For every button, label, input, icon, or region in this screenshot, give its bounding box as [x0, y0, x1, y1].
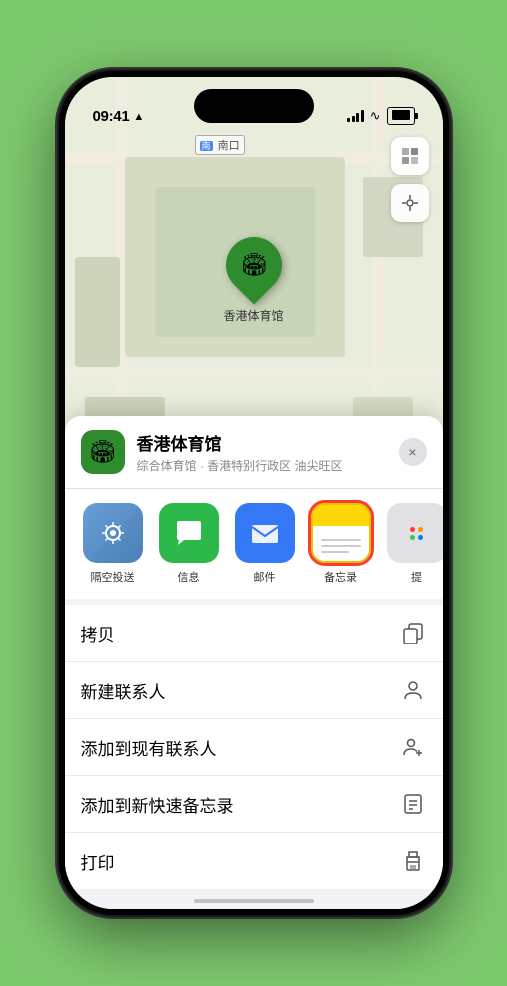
close-button[interactable]: × — [399, 438, 427, 466]
share-row: 隔空投送 信息 — [65, 489, 443, 605]
mail-label: 邮件 — [254, 569, 276, 585]
share-item-notes[interactable]: 备忘录 — [309, 503, 373, 585]
action-add-existing[interactable]: 添加到现有联系人 — [65, 719, 443, 776]
map-type-button[interactable] — [391, 137, 429, 175]
person-icon — [399, 676, 427, 704]
location-arrow-icon: ▲ — [133, 111, 144, 123]
airdrop-icon — [83, 503, 143, 563]
note-icon — [399, 790, 427, 818]
airdrop-label: 隔空投送 — [91, 569, 135, 585]
share-item-airdrop[interactable]: 隔空投送 — [81, 503, 145, 585]
more-icon — [387, 503, 443, 563]
action-list: 拷贝 新建联系人 — [65, 605, 443, 889]
more-label: 提 — [411, 569, 422, 585]
message-icon — [159, 503, 219, 563]
map-controls — [391, 137, 429, 222]
location-button[interactable] — [391, 184, 429, 222]
signal-bars-icon — [347, 110, 364, 122]
status-time: 09:41 — [93, 108, 130, 125]
notes-label: 备忘录 — [324, 569, 357, 585]
wifi-icon: ∿ — [370, 108, 381, 124]
notes-icon — [311, 503, 371, 563]
action-print[interactable]: 打印 — [65, 833, 443, 889]
home-indicator — [194, 899, 314, 903]
action-new-contact[interactable]: 新建联系人 — [65, 662, 443, 719]
phone-screen: 09:41 ▲ ∿ — [65, 77, 443, 909]
map-label-nankou: 南 南口 — [195, 135, 245, 155]
map-pin-bubble: 🏟 — [214, 225, 293, 304]
share-item-mail[interactable]: 邮件 — [233, 503, 297, 585]
location-description: 综合体育馆 · 香港特别行政区 油尖旺区 — [137, 457, 387, 474]
map-pin: 🏟 香港体育馆 — [223, 237, 283, 324]
printer-icon — [399, 847, 427, 875]
battery-icon — [387, 107, 415, 125]
stadium-icon: 🏟 — [240, 252, 268, 278]
add-existing-label: 添加到现有联系人 — [81, 735, 399, 760]
mail-icon — [235, 503, 295, 563]
map-pin-label: 香港体育馆 — [223, 307, 283, 324]
dynamic-island — [194, 89, 314, 123]
location-info: 香港体育馆 综合体育馆 · 香港特别行政区 油尖旺区 — [137, 430, 387, 474]
new-contact-label: 新建联系人 — [81, 678, 399, 703]
action-add-notes[interactable]: 添加到新快速备忘录 — [65, 776, 443, 833]
share-item-more[interactable]: 提 — [385, 503, 443, 585]
bottom-sheet: 🏟 香港体育馆 综合体育馆 · 香港特别行政区 油尖旺区 × — [65, 416, 443, 909]
location-venue-icon: 🏟 — [81, 430, 125, 474]
status-icons: ∿ — [347, 107, 414, 125]
phone-frame: 09:41 ▲ ∿ — [59, 71, 449, 915]
copy-label: 拷贝 — [81, 621, 399, 646]
copy-icon — [399, 619, 427, 647]
person-add-icon — [399, 733, 427, 761]
share-item-message[interactable]: 信息 — [157, 503, 221, 585]
location-header: 🏟 香港体育馆 综合体育馆 · 香港特别行政区 油尖旺区 × — [65, 416, 443, 489]
add-notes-label: 添加到新快速备忘录 — [81, 792, 399, 817]
location-name: 香港体育馆 — [137, 430, 387, 455]
map-block3 — [75, 257, 120, 367]
message-label: 信息 — [178, 569, 200, 585]
action-copy[interactable]: 拷贝 — [65, 605, 443, 662]
print-label: 打印 — [81, 849, 399, 874]
